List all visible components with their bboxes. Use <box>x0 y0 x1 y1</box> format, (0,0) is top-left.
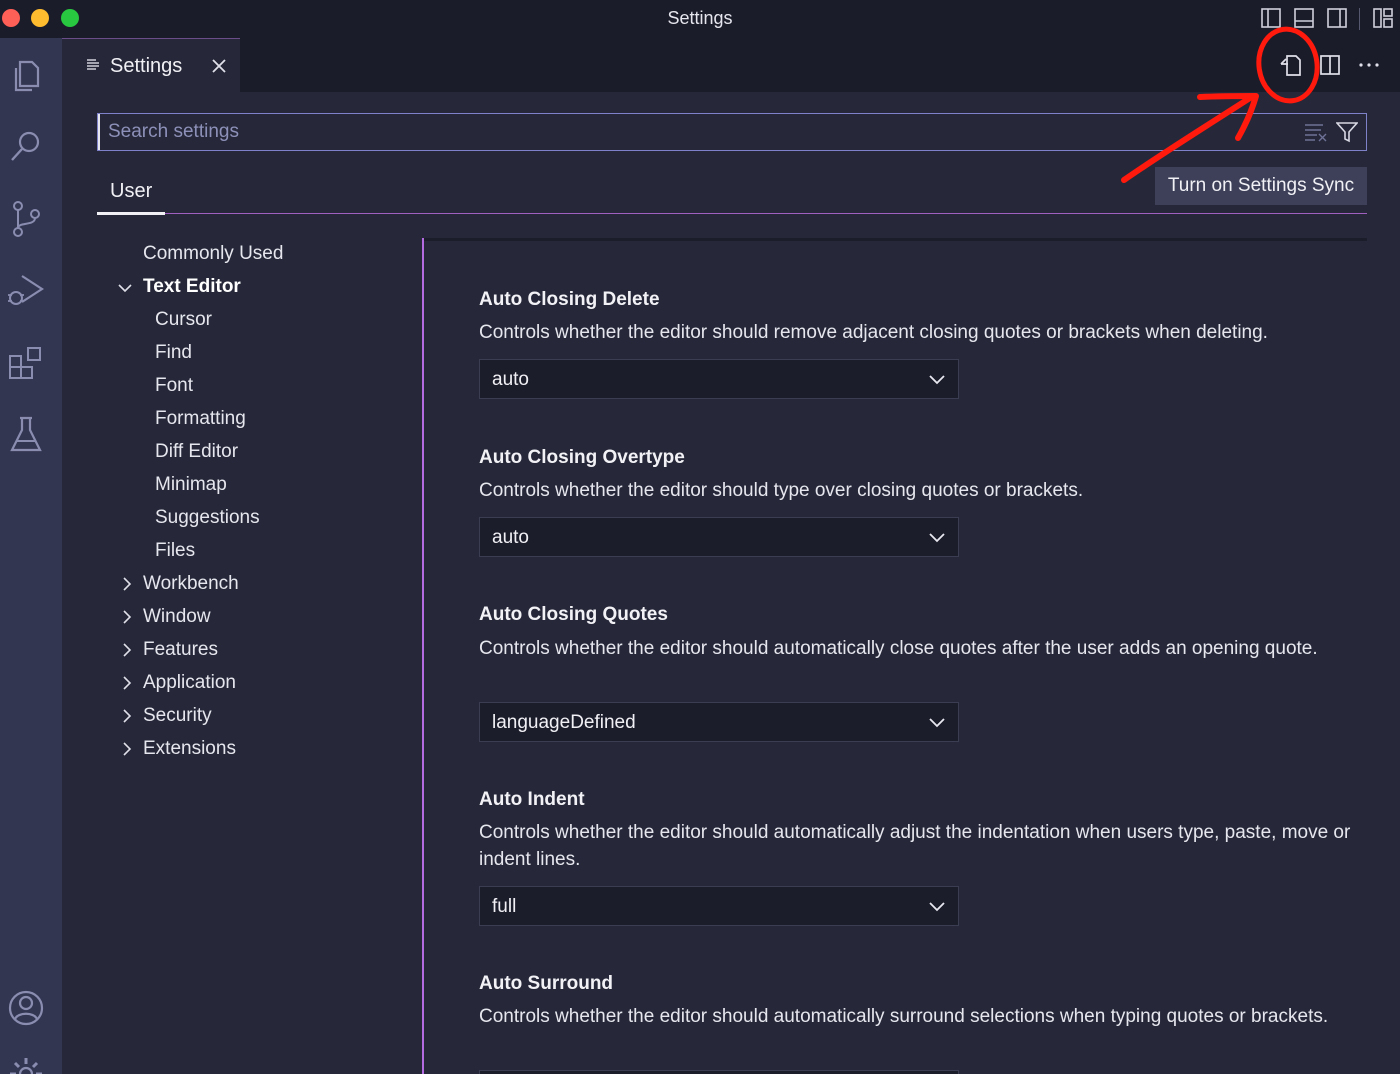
select-value: auto <box>492 369 529 391</box>
turn-on-settings-sync-button[interactable]: Turn on Settings Sync <box>1155 167 1367 205</box>
explorer-icon[interactable] <box>6 54 46 94</box>
toc-sash[interactable] <box>422 238 424 1074</box>
toc-item-font[interactable]: Font <box>155 375 193 397</box>
setting-title: Auto Closing Delete <box>479 289 660 311</box>
customize-layout-icon[interactable] <box>1372 7 1394 29</box>
chevron-down-icon <box>928 899 946 913</box>
toc-item-minimap[interactable]: Minimap <box>155 474 227 496</box>
setting-description: Controls whether the editor should type … <box>479 477 1359 504</box>
setting-title: Auto Indent <box>479 789 585 811</box>
window-title: Settings <box>0 8 1400 29</box>
setting-title: Auto Closing Quotes <box>479 604 668 626</box>
setting-title: Auto Closing Overtype <box>479 447 685 469</box>
search-icon[interactable] <box>6 126 46 166</box>
chevron-down-icon <box>928 372 946 386</box>
chevron-down-icon <box>928 530 946 544</box>
toggle-secondary-sidebar-icon[interactable] <box>1326 7 1348 29</box>
setting-description: Controls whether the editor should autom… <box>479 1003 1359 1030</box>
setting-description: Controls whether the editor should autom… <box>479 819 1359 873</box>
tab-settings[interactable]: Settings <box>62 38 240 92</box>
tab-label: Settings <box>110 55 182 78</box>
open-settings-json-icon[interactable] <box>1278 52 1304 78</box>
toc-item-cursor[interactable]: Cursor <box>155 309 212 331</box>
toggle-primary-sidebar-icon[interactable] <box>1260 7 1282 29</box>
source-control-icon[interactable] <box>6 198 46 238</box>
editor-tab-strip: Settings <box>62 38 1400 92</box>
toc-item-commonly-used[interactable]: Commonly Used <box>143 243 283 265</box>
toc-item-files[interactable]: Files <box>155 540 195 562</box>
active-scope-indicator <box>97 212 165 215</box>
select-value: auto <box>492 527 529 549</box>
toc-item-features[interactable]: Features <box>143 639 218 661</box>
chevron-right-icon[interactable] <box>120 610 134 624</box>
search-input[interactable] <box>98 114 1298 150</box>
auto-surround-select[interactable] <box>479 1070 959 1074</box>
toggle-panel-icon[interactable] <box>1293 7 1315 29</box>
select-value: languageDefined <box>492 712 636 734</box>
toc-item-text-editor[interactable]: Text Editor <box>143 276 241 298</box>
user-scope-tab[interactable]: User <box>110 180 152 203</box>
toc-item-extensions[interactable]: Extensions <box>143 738 236 760</box>
toc-item-suggestions[interactable]: Suggestions <box>155 507 260 529</box>
toc-item-security[interactable]: Security <box>143 705 212 727</box>
setting-title: Auto Surround <box>479 973 613 995</box>
chevron-right-icon[interactable] <box>120 643 134 657</box>
chevron-down-icon <box>928 715 946 729</box>
filter-icon[interactable] <box>1336 121 1358 143</box>
setting-description: Controls whether the editor should remov… <box>479 319 1359 346</box>
accounts-icon[interactable] <box>6 988 46 1028</box>
close-icon[interactable] <box>210 57 228 75</box>
toc-item-diff-editor[interactable]: Diff Editor <box>155 441 238 463</box>
toc-item-window[interactable]: Window <box>143 606 211 628</box>
chevron-right-icon[interactable] <box>120 577 134 591</box>
title-divider <box>1359 8 1360 30</box>
chevron-right-icon[interactable] <box>120 676 134 690</box>
manage-gear-icon[interactable] <box>6 1054 46 1074</box>
more-actions-icon[interactable] <box>1356 52 1382 78</box>
extensions-icon[interactable] <box>6 342 46 382</box>
clear-filter-icon[interactable] <box>1304 122 1328 142</box>
scope-divider <box>97 213 1367 214</box>
title-bar: Settings <box>0 0 1400 38</box>
chevron-down-icon[interactable] <box>118 281 132 295</box>
testing-icon[interactable] <box>6 414 46 454</box>
auto-indent-select[interactable]: full <box>479 886 959 926</box>
settings-list-icon <box>86 58 100 72</box>
search-box <box>97 113 1367 151</box>
toc-item-application[interactable]: Application <box>143 672 236 694</box>
toc-item-formatting[interactable]: Formatting <box>155 408 246 430</box>
setting-description: Controls whether the editor should autom… <box>479 635 1359 662</box>
toc-item-find[interactable]: Find <box>155 342 192 364</box>
auto-closing-overtype-select[interactable]: auto <box>479 517 959 557</box>
previous-setting-edge <box>424 238 1367 241</box>
run-debug-icon[interactable] <box>6 270 46 310</box>
chevron-right-icon[interactable] <box>120 709 134 723</box>
auto-closing-quotes-select[interactable]: languageDefined <box>479 702 959 742</box>
auto-closing-delete-select[interactable]: auto <box>479 359 959 399</box>
activity-bar <box>0 38 62 1074</box>
chevron-right-icon[interactable] <box>120 742 134 756</box>
toc-item-workbench[interactable]: Workbench <box>143 573 239 595</box>
split-editor-icon[interactable] <box>1317 52 1343 78</box>
select-value: full <box>492 896 516 918</box>
